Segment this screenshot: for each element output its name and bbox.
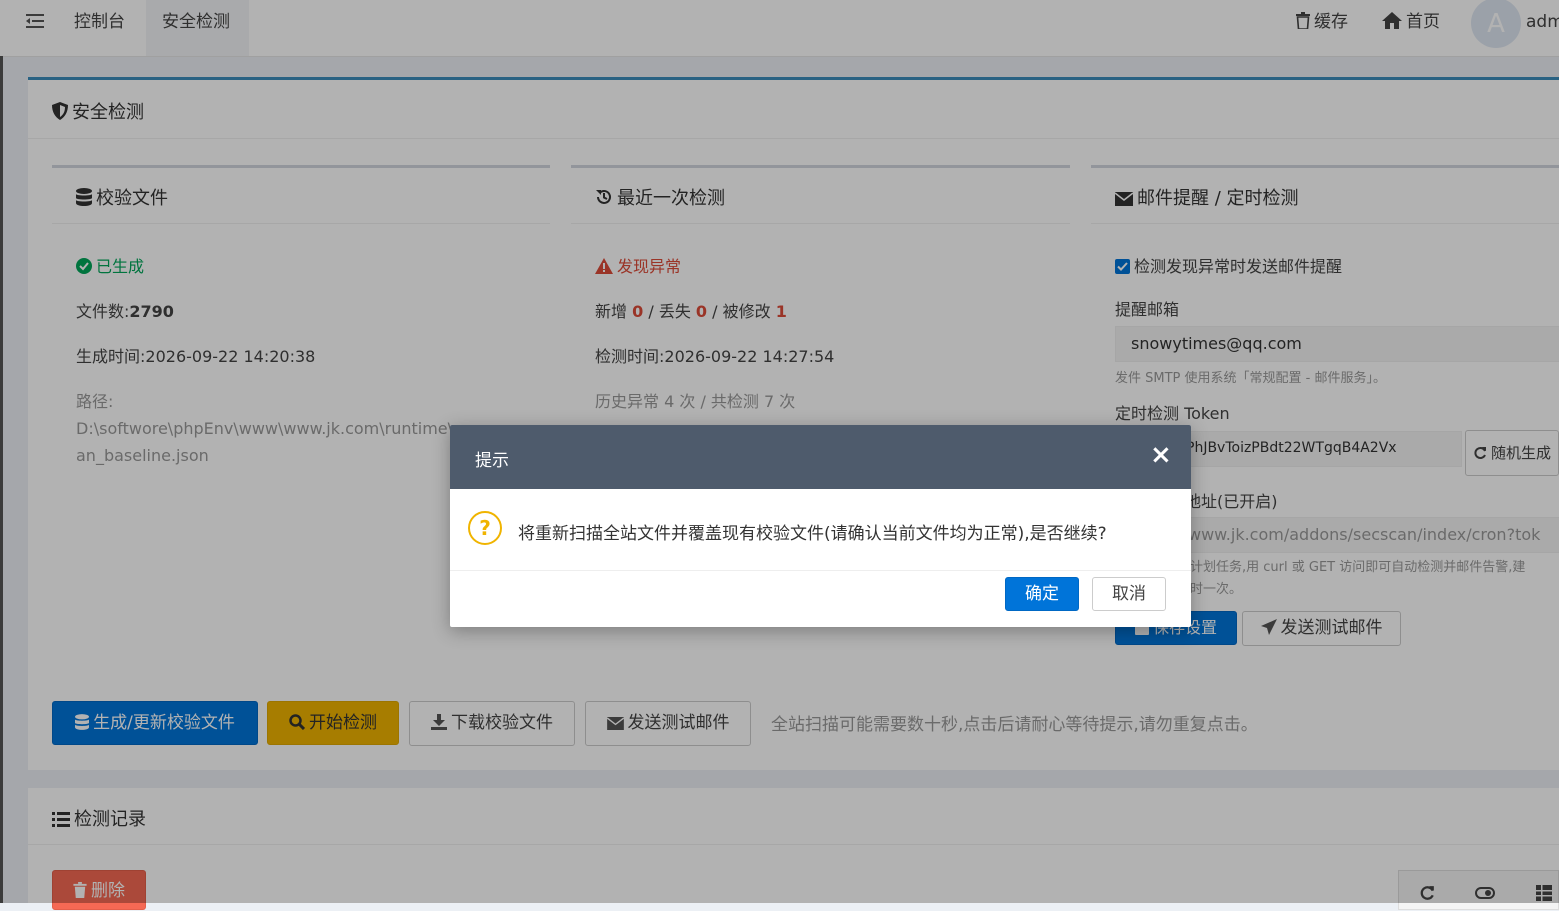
dialog-message: 将重新扫描全站文件并覆盖现有校验文件(请确认当前文件均为正常),是否继续? <box>518 524 1107 544</box>
cancel-button[interactable]: 取消 <box>1092 577 1166 611</box>
dialog-footer-divider <box>450 570 1191 571</box>
question-icon: ? <box>468 511 502 545</box>
dialog-header <box>450 425 1191 489</box>
confirm-dialog: 提示 × ? 将重新扫描全站文件并覆盖现有校验文件(请确认当前文件均为正常),是… <box>450 425 1191 627</box>
close-icon[interactable]: × <box>1150 442 1172 468</box>
confirm-button[interactable]: 确定 <box>1005 577 1079 611</box>
dialog-title: 提示 <box>475 451 509 471</box>
